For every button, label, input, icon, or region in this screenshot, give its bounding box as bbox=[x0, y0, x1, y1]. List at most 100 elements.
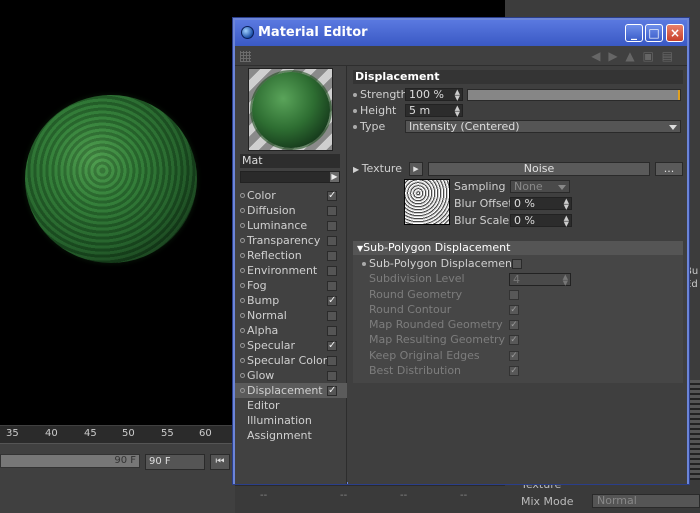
blur-scale-field[interactable]: 0 % ▲ ▼ bbox=[510, 214, 572, 228]
channel-checkbox[interactable] bbox=[327, 371, 337, 381]
status-text: -- bbox=[260, 490, 268, 501]
end-frame-field[interactable]: 90 F bbox=[145, 454, 205, 470]
minimize-button[interactable]: _ bbox=[625, 24, 643, 42]
subpoly-panel: Sub-Polygon Displacement Subdivision Lev… bbox=[353, 255, 683, 383]
subpoly-header-text: Sub-Polygon Displacement bbox=[363, 241, 511, 254]
title-bar[interactable]: Material Editor _ □ × bbox=[235, 20, 687, 46]
map-rounded-geometry-checkbox[interactable]: ✓ bbox=[509, 320, 519, 330]
texture-browse-button[interactable]: ... bbox=[655, 162, 683, 176]
lock-icon[interactable]: ▣ bbox=[642, 49, 653, 63]
scrollbar-track[interactable] bbox=[690, 380, 700, 480]
texture-noise-button[interactable]: Noise bbox=[428, 162, 650, 176]
texture-menu-button[interactable]: ▶ bbox=[409, 162, 423, 176]
maximize-button[interactable]: □ bbox=[645, 24, 663, 42]
channel-checkbox[interactable]: ✓ bbox=[327, 341, 337, 351]
round-geometry-checkbox[interactable] bbox=[509, 290, 519, 300]
type-dropdown[interactable]: Intensity (Centered) bbox=[405, 120, 681, 133]
round-contour-checkbox[interactable]: ✓ bbox=[509, 305, 519, 315]
channel-checkbox[interactable] bbox=[327, 251, 337, 261]
channel-checkbox[interactable]: ✓ bbox=[327, 386, 337, 396]
channel-displacement[interactable]: Displacement ✓ bbox=[235, 383, 347, 398]
blur-offset-label: Blur Offset bbox=[454, 197, 513, 210]
radio-icon bbox=[240, 388, 245, 393]
channel-glow[interactable]: Glow bbox=[235, 368, 347, 383]
new-panel-icon[interactable]: ▤ bbox=[662, 49, 673, 63]
channel-bump[interactable]: Bump ✓ bbox=[235, 293, 347, 308]
map-rounded-geometry-label: Map Rounded Geometry bbox=[369, 318, 503, 331]
spinner-icon[interactable]: ▲ ▼ bbox=[564, 198, 569, 211]
spinner-icon[interactable]: ▲ ▼ bbox=[563, 274, 568, 287]
channel-specular-color[interactable]: Specular Color bbox=[235, 353, 347, 368]
channel-label: Normal bbox=[247, 309, 287, 322]
subdivision-level-field[interactable]: 4 ▲ ▼ bbox=[509, 273, 571, 287]
channel-checkbox[interactable] bbox=[327, 356, 337, 366]
channel-checkbox[interactable] bbox=[327, 236, 337, 246]
material-bar[interactable]: ▶ bbox=[240, 171, 340, 183]
mix-mode-dropdown[interactable]: Normal bbox=[592, 494, 700, 508]
channel-checkbox[interactable] bbox=[327, 266, 337, 276]
noise-texture-preview[interactable] bbox=[404, 179, 450, 225]
keep-original-edges-checkbox[interactable]: ✓ bbox=[509, 351, 519, 361]
material-editor-window[interactable]: Material Editor _ □ × ◀ ▶ ▲ ▣ ▤ Mat ▶ Co… bbox=[233, 18, 689, 484]
back-arrow-icon[interactable]: ◀ bbox=[591, 49, 600, 63]
spinner-icon[interactable]: ▲ ▼ bbox=[564, 215, 569, 228]
round-contour-label: Round Contour bbox=[369, 303, 452, 316]
channel-checkbox[interactable] bbox=[327, 206, 337, 216]
tick-label: 50 bbox=[122, 428, 135, 439]
material-preview[interactable] bbox=[248, 68, 333, 151]
texture-label: ▶ Texture bbox=[353, 162, 402, 177]
close-button[interactable]: × bbox=[666, 24, 684, 42]
editor-item[interactable]: Editor bbox=[247, 399, 280, 412]
timeline-range-slider[interactable]: 90 F bbox=[0, 454, 140, 468]
channel-checkbox[interactable]: ✓ bbox=[327, 191, 337, 201]
height-field[interactable]: 5 m ▲ ▼ bbox=[405, 104, 463, 118]
cinema4d-sphere-icon bbox=[241, 26, 254, 39]
first-frame-icon[interactable]: ⏮ bbox=[210, 454, 230, 470]
channel-transparency[interactable]: Transparency bbox=[235, 233, 347, 248]
channel-normal[interactable]: Normal bbox=[235, 308, 347, 323]
expand-arrow-icon[interactable]: ▶ bbox=[353, 165, 362, 174]
channel-checkbox[interactable]: ✓ bbox=[327, 296, 337, 306]
map-resulting-geometry-checkbox[interactable]: ✓ bbox=[509, 335, 519, 345]
strength-slider[interactable] bbox=[467, 89, 681, 101]
channel-reflection[interactable]: Reflection bbox=[235, 248, 347, 263]
channel-color[interactable]: Color ✓ bbox=[235, 188, 347, 203]
radio-icon bbox=[240, 283, 245, 288]
status-text: -- bbox=[400, 490, 408, 501]
material-name[interactable]: Mat bbox=[240, 154, 340, 168]
blur-scale-label: Blur Scale bbox=[454, 214, 510, 227]
channel-list-panel: Mat ▶ Color ✓ Diffusion Luminance Transpa… bbox=[235, 66, 347, 484]
channel-specular[interactable]: Specular ✓ bbox=[235, 338, 347, 353]
strength-field[interactable]: 100 % ▲ ▼ bbox=[405, 88, 463, 102]
channel-diffusion[interactable]: Diffusion bbox=[235, 203, 347, 218]
forward-arrow-icon[interactable]: ▶ bbox=[608, 49, 617, 63]
timeline-ruler[interactable]: 35 40 45 50 55 60 bbox=[0, 426, 235, 444]
slider-handle[interactable] bbox=[678, 90, 680, 100]
arrow-right-icon[interactable]: ▶ bbox=[330, 172, 339, 182]
tick-label: 60 bbox=[199, 428, 212, 439]
spinner-icon[interactable]: ▲ ▼ bbox=[455, 105, 460, 118]
channel-checkbox[interactable] bbox=[327, 326, 337, 336]
window-title: Material Editor bbox=[258, 25, 368, 40]
sampling-dropdown[interactable]: None bbox=[510, 180, 570, 193]
channel-label: Diffusion bbox=[247, 204, 296, 217]
assignment-item[interactable]: Assignment bbox=[247, 429, 312, 442]
nav-icons: ◀ ▶ ▲ ▣ ▤ bbox=[587, 49, 673, 63]
radio-icon bbox=[240, 298, 245, 303]
subpoly-section-header[interactable]: ▼Sub-Polygon Displacement bbox=[353, 241, 683, 255]
spinner-icon[interactable]: ▲ ▼ bbox=[455, 89, 460, 102]
grip-icon[interactable] bbox=[240, 51, 251, 62]
channel-checkbox[interactable] bbox=[327, 311, 337, 321]
blur-offset-field[interactable]: 0 % ▲ ▼ bbox=[510, 197, 572, 211]
channel-luminance[interactable]: Luminance bbox=[235, 218, 347, 233]
channel-checkbox[interactable] bbox=[327, 281, 337, 291]
channel-alpha[interactable]: Alpha bbox=[235, 323, 347, 338]
channel-checkbox[interactable] bbox=[327, 221, 337, 231]
channel-fog[interactable]: Fog bbox=[235, 278, 347, 293]
channel-environment[interactable]: Environment bbox=[235, 263, 347, 278]
illumination-item[interactable]: Illumination bbox=[247, 414, 312, 427]
subpoly-checkbox[interactable] bbox=[512, 259, 522, 269]
blur-offset-value: 0 % bbox=[514, 197, 535, 210]
up-arrow-icon[interactable]: ▲ bbox=[625, 49, 634, 63]
best-distribution-checkbox[interactable]: ✓ bbox=[509, 366, 519, 376]
